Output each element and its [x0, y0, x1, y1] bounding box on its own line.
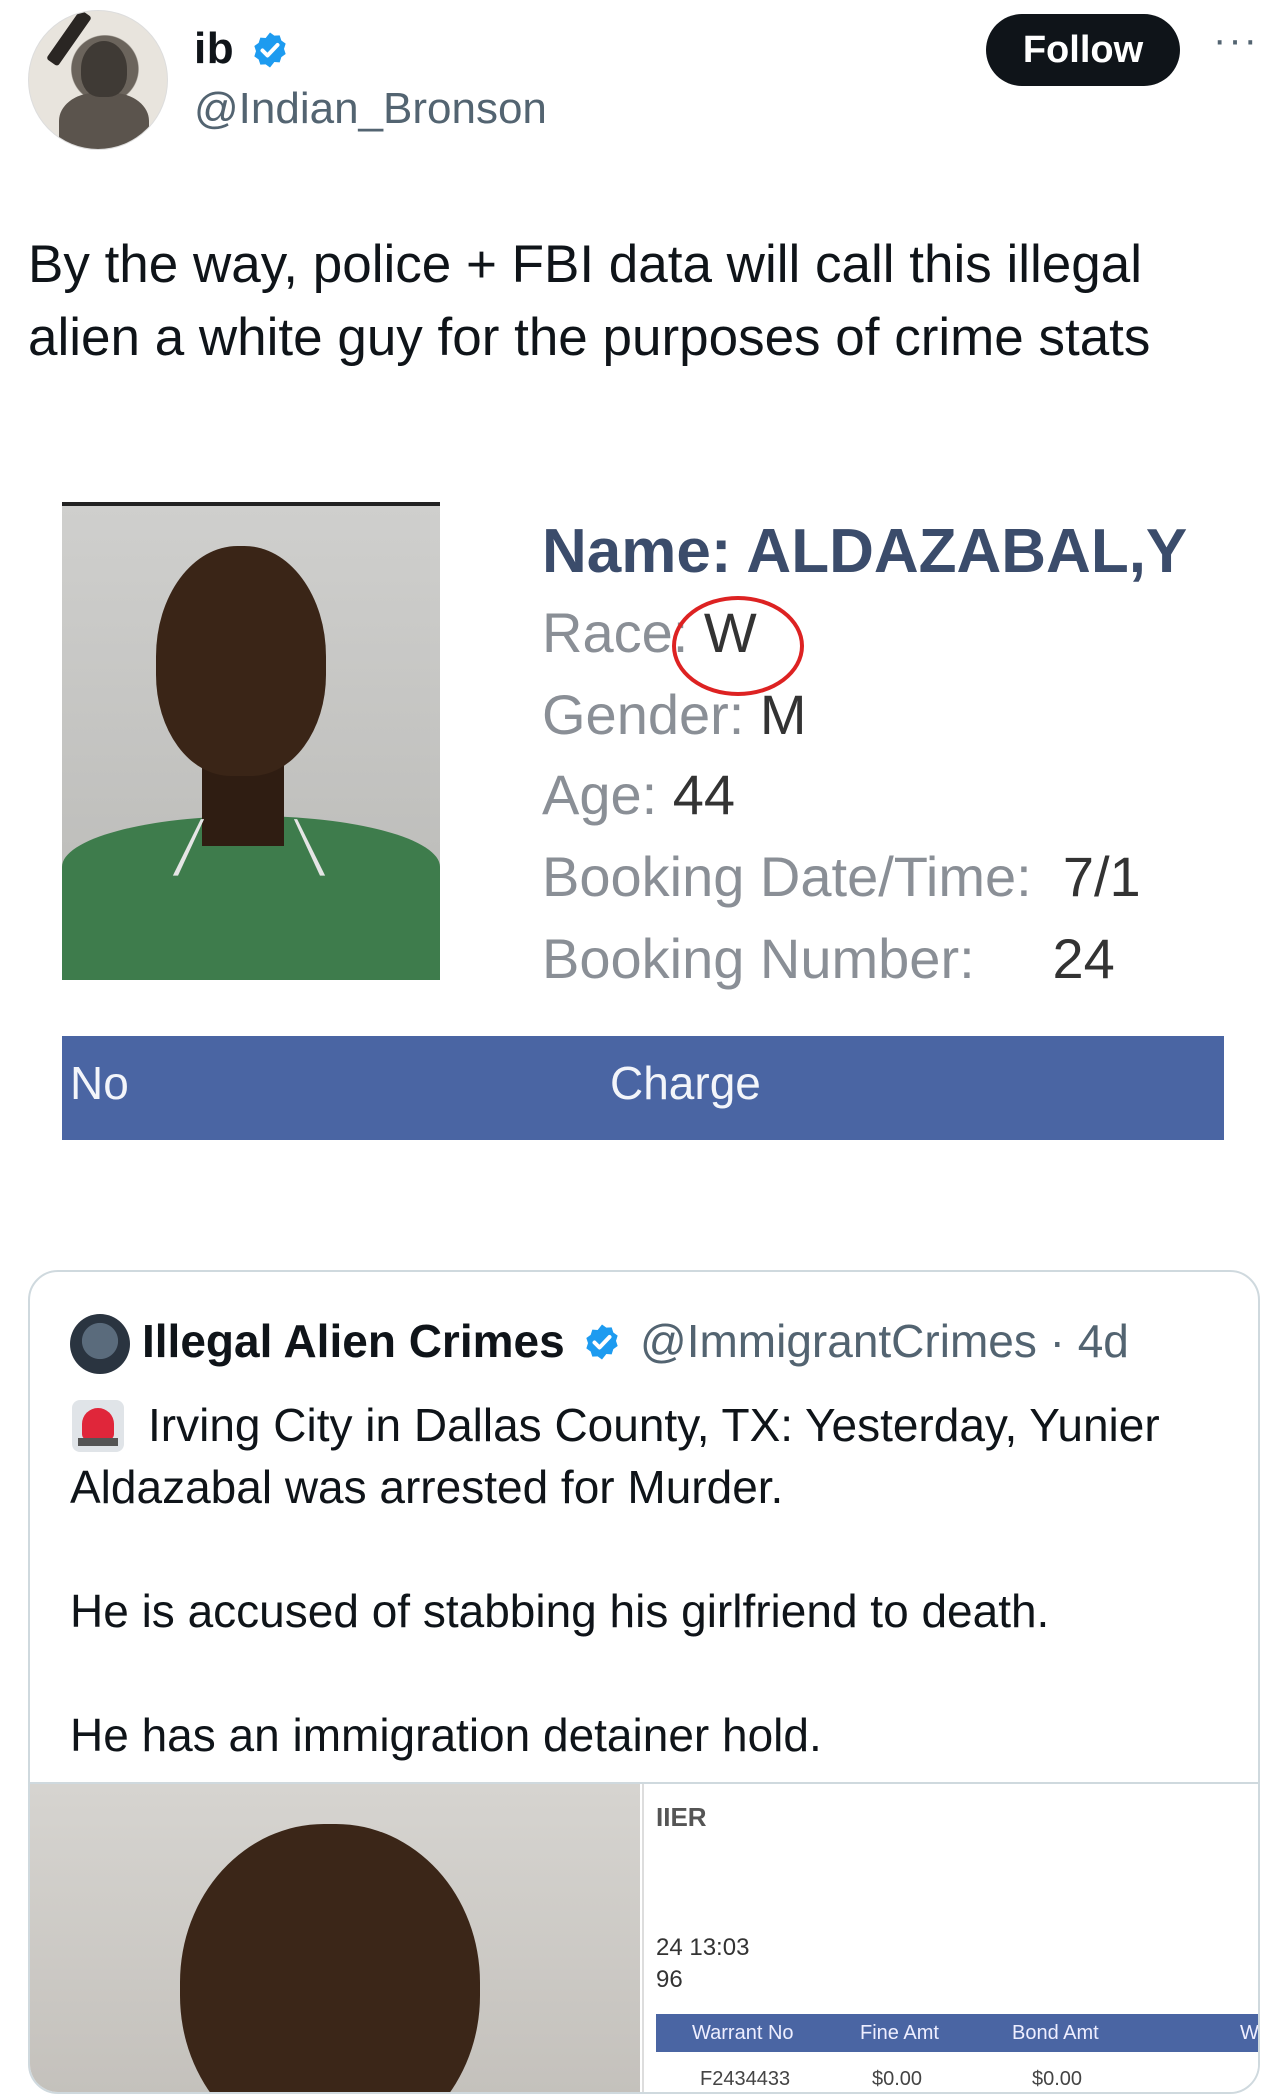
- doc-number: 96: [656, 1966, 683, 1993]
- booking-number: Booking Number: 24: [542, 927, 1115, 990]
- tweet-text: By the way, police + FBI data will call …: [28, 235, 1151, 367]
- mugshot-photo: [62, 502, 440, 980]
- booking-name: Name: ALDAZABAL,Y: [542, 517, 1188, 586]
- quoted-author-name[interactable]: Illegal Alien Crimes: [142, 1314, 565, 1368]
- quoted-tweet-text: Irving City in Dallas County, TX: Yester…: [70, 1394, 1250, 1766]
- booking-gender: Gender: M: [542, 683, 807, 746]
- tweet-media-image[interactable]: Name: ALDAZABAL,Y Race: W Gender: M Age:…: [62, 496, 1224, 1146]
- doc-cell-fine: $0.00: [872, 2068, 923, 2090]
- doc-header-warrant: Warrant No: [692, 2022, 794, 2044]
- doc-header-w: W: [1240, 2022, 1259, 2044]
- verified-badge-icon: [586, 1324, 618, 1360]
- quoted-line-1: Irving City in Dallas County, TX: Yester…: [70, 1399, 1160, 1513]
- quoted-media[interactable]: IIER 24 13:03 96 Warrant No Fine Amt Bon…: [30, 1782, 1259, 2092]
- doc-datetime: 24 13:03: [656, 1934, 750, 1961]
- verified-badge-icon: [254, 32, 286, 68]
- quoted-author-handle-time[interactable]: @ImmigrantCrimes · 4d: [640, 1314, 1129, 1368]
- quoted-author-avatar[interactable]: [70, 1314, 130, 1374]
- doc-cell-bond: $0.00: [1032, 2068, 1083, 2090]
- booking-age: Age: 44: [542, 763, 736, 826]
- doc-cell-warrant: F2434433: [700, 2068, 791, 2090]
- author-avatar[interactable]: [28, 10, 168, 150]
- quoted-line-3: He has an immigration detainer hold.: [70, 1709, 822, 1761]
- author-handle[interactable]: @Indian_Bronson: [194, 84, 547, 134]
- author-display-name[interactable]: ib: [194, 24, 234, 74]
- doc-header-bond: Bond Amt: [1012, 2022, 1099, 2044]
- race-highlight-circle: [672, 596, 804, 696]
- doc-title: IIER: [656, 1802, 707, 1832]
- quoted-mugshot-photo: [30, 1784, 640, 2092]
- charge-no-header: No: [70, 1057, 129, 1109]
- more-options-icon[interactable]: ···: [1206, 20, 1266, 70]
- booking-datetime: Booking Date/Time: 7/1: [542, 845, 1141, 908]
- quoted-line-2: He is accused of stabbing his girlfriend…: [70, 1585, 1050, 1637]
- doc-header-fine: Fine Amt: [860, 2022, 939, 2044]
- charge-header: Charge: [610, 1057, 761, 1109]
- quoted-tweet[interactable]: Illegal Alien Crimes @ImmigrantCrimes · …: [28, 1270, 1260, 2094]
- quoted-booking-document: IIER 24 13:03 96 Warrant No Fine Amt Bon…: [642, 1784, 1259, 2092]
- follow-button[interactable]: Follow: [986, 14, 1180, 86]
